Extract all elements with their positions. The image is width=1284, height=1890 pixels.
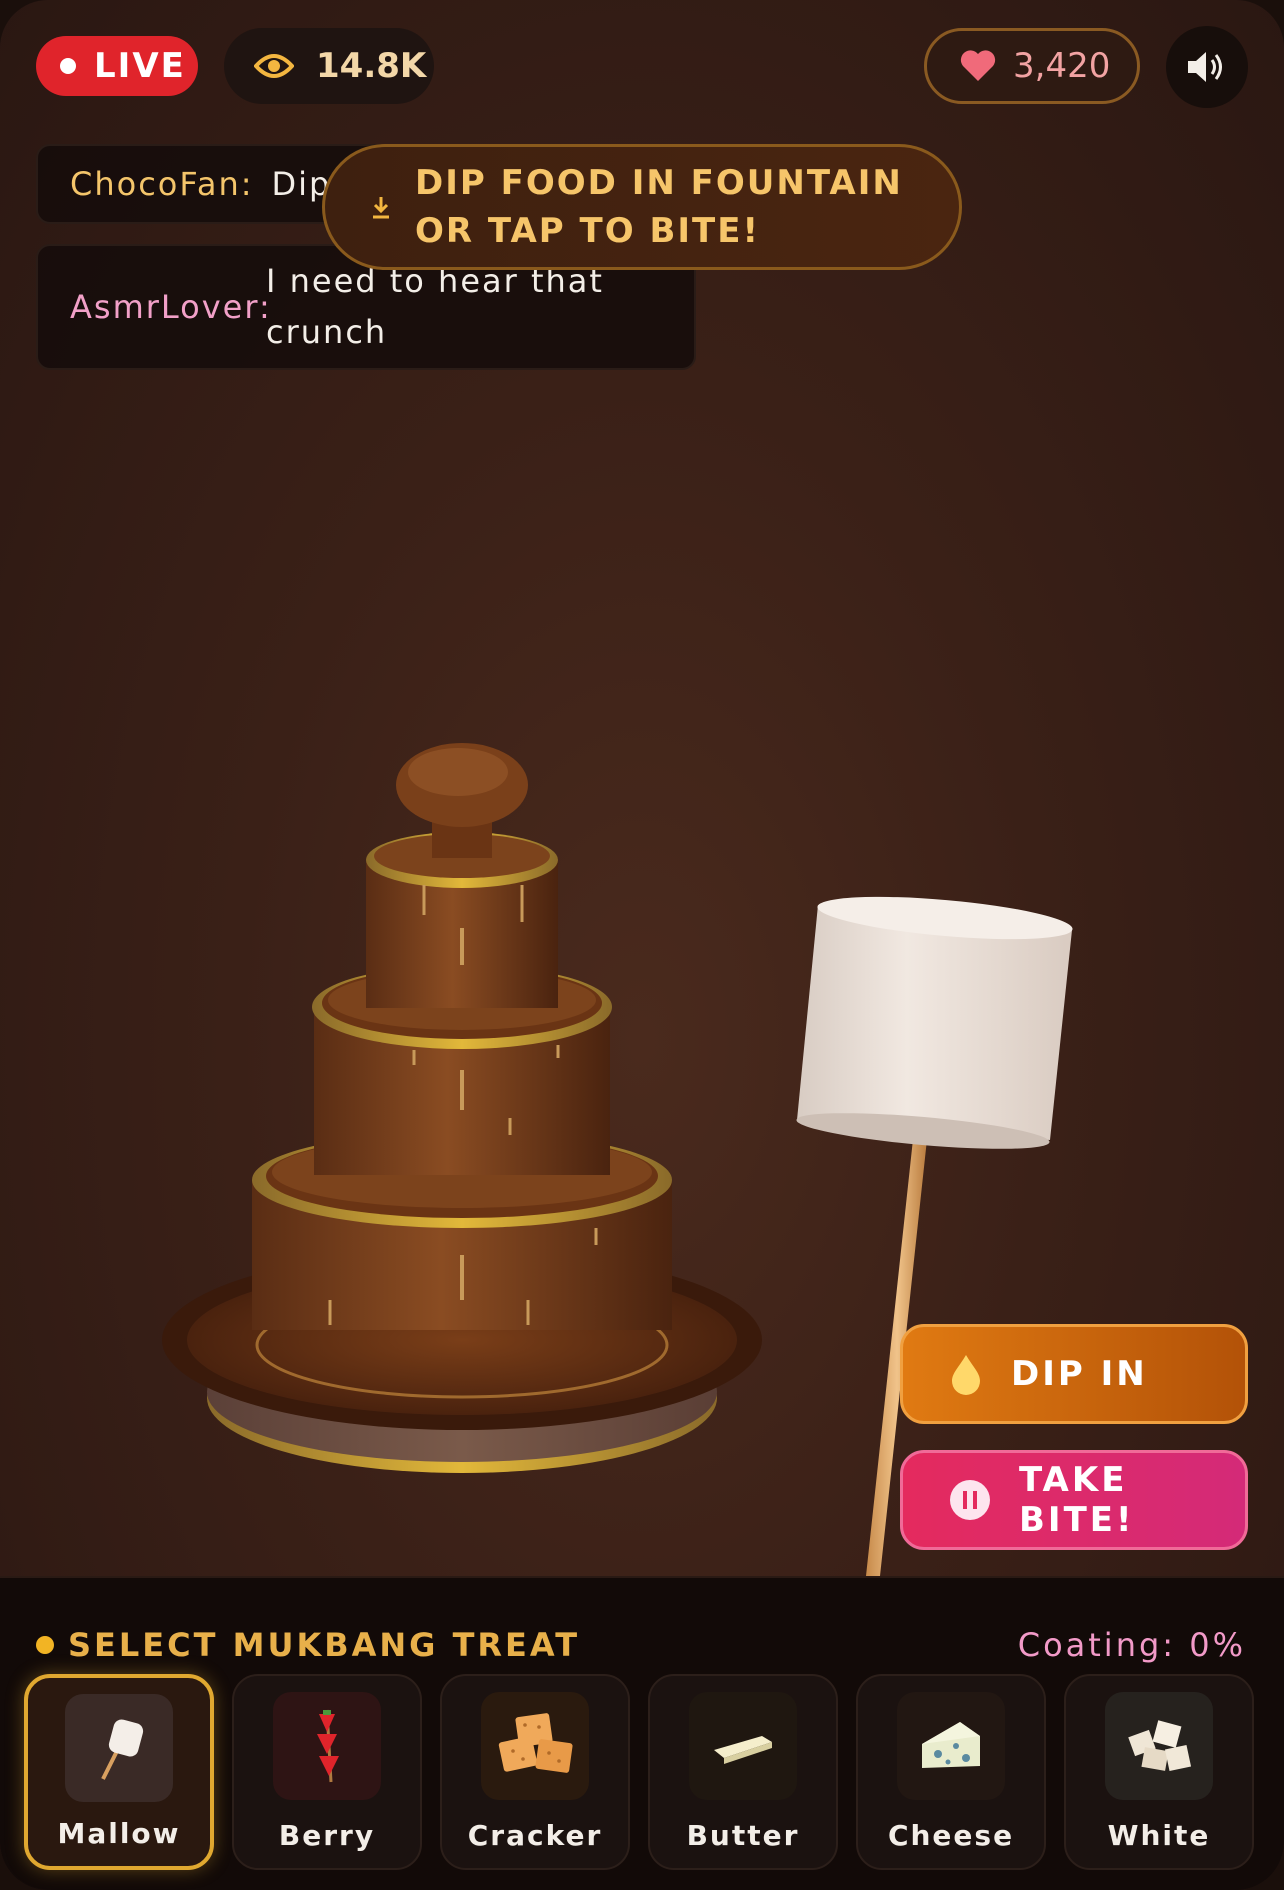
marshmallow-icon	[65, 1694, 173, 1802]
download-arrow-icon	[373, 197, 389, 219]
chat-text: I need to hear that crunch	[266, 262, 604, 351]
instruction-text: DIP FOOD IN FOUNTAIN OR TAP TO BITE!	[415, 163, 903, 251]
tray-title-dot	[36, 1636, 54, 1654]
dip-in-button[interactable]: DIP IN	[900, 1324, 1248, 1424]
chat-username: ChocoFan:	[70, 165, 254, 203]
live-label: LIVE	[94, 46, 186, 86]
treat-item-cracker[interactable]: Cracker	[440, 1674, 630, 1870]
eye-icon	[254, 54, 294, 78]
sound-toggle-button[interactable]	[1166, 26, 1248, 108]
treat-list: Mallow Berry Cracker Butter Cheese White	[24, 1674, 1254, 1870]
tray-title: SELECT MUKBANG TREAT	[36, 1626, 580, 1664]
treat-label: Cheese	[887, 1819, 1015, 1852]
treat-item-cheese[interactable]: Cheese	[856, 1674, 1046, 1870]
coating-indicator: Coating: 0%	[1017, 1626, 1246, 1664]
like-counter[interactable]: 3,420	[924, 28, 1140, 104]
dip-in-label: DIP IN	[1011, 1354, 1148, 1394]
like-count: 3,420	[1013, 46, 1111, 86]
white-chocolate-icon	[1105, 1692, 1213, 1800]
butter-icon	[689, 1692, 797, 1800]
pause-circle-icon	[950, 1480, 990, 1520]
treat-label: Berry	[278, 1819, 376, 1852]
treat-label: Butter	[686, 1819, 800, 1852]
crackers-icon	[481, 1692, 589, 1800]
fountain-tier-top	[366, 832, 558, 1008]
tray-title-text: SELECT MUKBANG TREAT	[68, 1626, 581, 1664]
live-dot	[60, 58, 76, 74]
treat-label: Mallow	[57, 1817, 181, 1850]
cheese-icon	[897, 1692, 1005, 1800]
treat-selector-tray: SELECT MUKBANG TREAT Coating: 0% Mallow	[0, 1576, 1284, 1890]
treat-item-white[interactable]: White	[1064, 1674, 1254, 1870]
speaker-icon	[1188, 52, 1222, 82]
viewer-count: 14.8K	[316, 46, 427, 86]
drop-icon	[952, 1355, 980, 1395]
strawberry-skewer-icon	[273, 1692, 381, 1800]
take-bite-button[interactable]: TAKE BITE!	[900, 1450, 1248, 1550]
treat-label: White	[1107, 1819, 1211, 1852]
treat-item-berry[interactable]: Berry	[232, 1674, 422, 1870]
take-bite-label: TAKE BITE!	[1019, 1460, 1135, 1540]
instruction-banner: DIP FOOD IN FOUNTAIN OR TAP TO BITE!	[322, 144, 962, 270]
heart-icon	[960, 50, 996, 81]
treat-item-butter[interactable]: Butter	[648, 1674, 838, 1870]
live-badge: LIVE	[36, 36, 198, 96]
treat-item-mallow[interactable]: Mallow	[24, 1674, 214, 1870]
viewer-count-badge: 14.8K	[224, 28, 434, 104]
chat-username: AsmrLover:	[70, 288, 272, 326]
app-screen: LIVE 14.8K 3,420 ChocoFan: Dip i AsmrLov…	[0, 0, 1284, 1890]
treat-label: Cracker	[467, 1819, 603, 1852]
